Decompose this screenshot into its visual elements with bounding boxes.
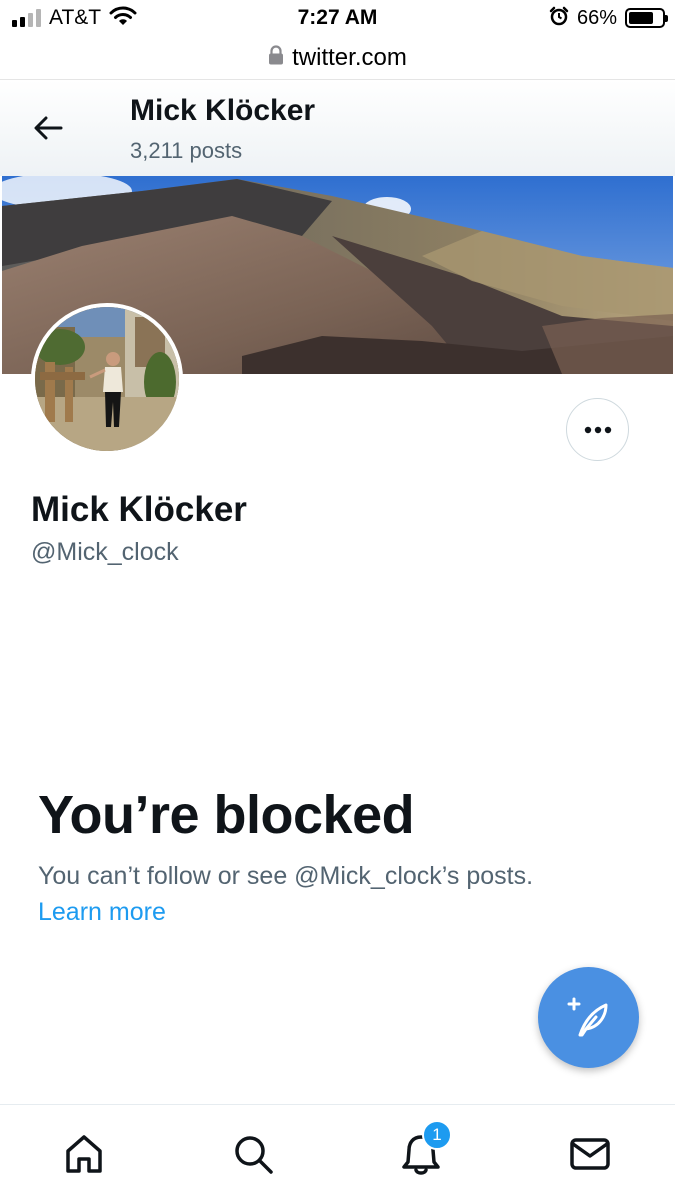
header-name: Mick Klöcker: [130, 94, 316, 127]
url-text[interactable]: twitter.com: [292, 44, 407, 72]
notification-count-badge: 1: [422, 1120, 452, 1150]
battery-percent: 66%: [576, 6, 617, 29]
back-arrow-icon: [34, 116, 63, 140]
blocked-title: You’re blocked: [38, 785, 415, 845]
compose-feather-icon: [567, 997, 607, 1036]
back-button[interactable]: [30, 110, 66, 146]
home-icon: [66, 1135, 102, 1173]
profile-avatar[interactable]: [31, 303, 183, 455]
more-options-button[interactable]: [566, 398, 629, 461]
blocked-description: You can’t follow or see @Mick_clock’s po…: [38, 862, 534, 890]
nav-messages[interactable]: [565, 1129, 615, 1179]
profile-display-name: Mick Klöcker: [31, 490, 247, 529]
nav-home[interactable]: [59, 1129, 109, 1179]
avatar-photo: [35, 307, 179, 451]
status-right: 66%: [549, 6, 668, 31]
messages-icon: [570, 1138, 610, 1170]
header-post-count: 3,211 posts: [130, 138, 243, 163]
more-dots-icon: [584, 426, 611, 433]
battery-icon: [625, 8, 668, 28]
learn-more-link[interactable]: Learn more: [38, 898, 166, 927]
profile-handle: @Mick_clock: [31, 538, 179, 566]
compose-post-button[interactable]: [538, 967, 639, 1068]
nav-search[interactable]: [228, 1129, 278, 1179]
profile-header: Mick Klöcker 3,211 posts: [0, 80, 675, 176]
alarm-icon: [549, 6, 569, 31]
lock-icon: [268, 45, 284, 70]
search-icon: [235, 1136, 273, 1174]
address-bar[interactable]: twitter.com: [0, 36, 675, 80]
status-bar: AT&T 7:27 AM 66%: [0, 0, 675, 36]
bottom-nav: [0, 1104, 675, 1200]
